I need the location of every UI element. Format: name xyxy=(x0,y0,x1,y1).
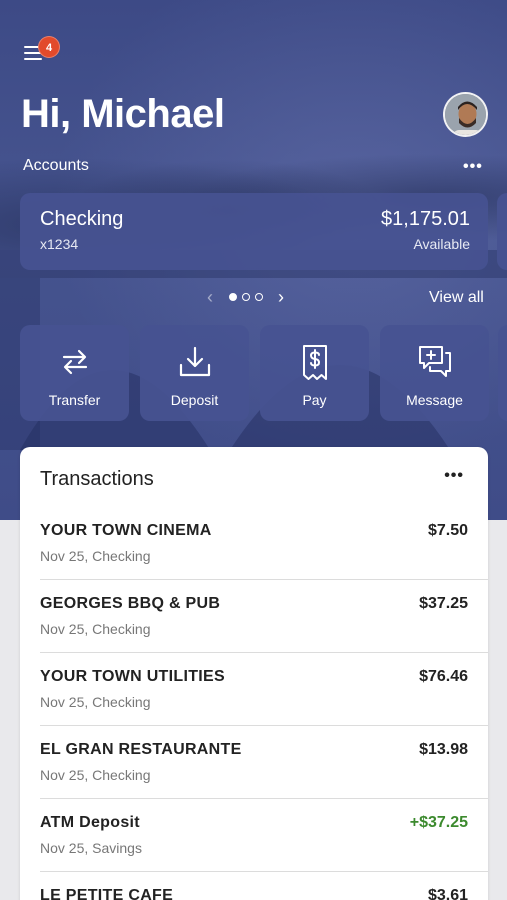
transaction-amount: +$37.25 xyxy=(409,814,468,831)
accounts-more-icon[interactable]: ••• xyxy=(463,158,483,176)
transaction-meta: Nov 25, Checking xyxy=(40,548,151,564)
transaction-amount: $7.50 xyxy=(427,522,468,539)
avatar[interactable] xyxy=(443,92,488,137)
transaction-name: ATM Deposit xyxy=(40,814,140,831)
transaction-amount: $37.25 xyxy=(419,595,468,612)
greeting-title: Hi, Michael xyxy=(21,92,225,136)
page-dots xyxy=(226,293,265,301)
transaction-meta: Nov 25, Checking xyxy=(40,767,151,783)
transaction-name: GEORGES BBQ & PUB xyxy=(40,595,221,612)
account-number: x1234 xyxy=(40,236,79,252)
transfer-button[interactable]: Transfer xyxy=(20,325,129,421)
deposit-label: Deposit xyxy=(170,392,219,408)
chat-plus-icon xyxy=(418,346,451,377)
transaction-name: YOUR TOWN UTILITIES xyxy=(40,668,225,685)
transfer-arrows-icon xyxy=(62,349,87,375)
message-button[interactable]: Message xyxy=(380,325,489,421)
transaction-row[interactable]: YOUR TOWN UTILITIES Nov 25, Checking $76.4… xyxy=(20,653,488,726)
transaction-row[interactable]: YOUR TOWN CINEMA Nov 25, Checking $7.50 xyxy=(20,507,488,580)
transaction-amount: $13.98 xyxy=(419,741,468,758)
chevron-left-icon[interactable]: ‹ xyxy=(200,287,220,308)
page-dot[interactable] xyxy=(228,293,237,301)
transactions-more-icon[interactable]: ••• xyxy=(444,467,464,485)
deposit-button[interactable]: Deposit xyxy=(140,325,249,421)
dollar-receipt-icon xyxy=(302,345,327,380)
download-tray-icon xyxy=(179,346,210,377)
message-label: Message xyxy=(406,392,463,408)
page-dot[interactable] xyxy=(241,293,250,301)
transactions-title: Transactions xyxy=(40,468,154,490)
account-balance-label: Available xyxy=(413,236,470,252)
transaction-name: YOUR TOWN CINEMA xyxy=(40,522,212,539)
transaction-meta: Nov 25, Checking xyxy=(40,694,151,710)
account-pager: ‹ › xyxy=(200,287,291,307)
transaction-row[interactable]: EL GRAN RESTAURANTE Nov 25, Checking $13.9… xyxy=(20,726,488,799)
transaction-row[interactable]: ATM Deposit Nov 25, Savings +$37.25 xyxy=(20,799,488,872)
transaction-name: LE PETITE CAFE xyxy=(40,887,174,900)
accounts-label: Accounts xyxy=(23,157,89,174)
page-dot[interactable] xyxy=(254,293,263,301)
notification-badge: 4 xyxy=(38,36,60,58)
transactions-card: Transactions ••• YOUR TOWN CINEMA Nov 25,… xyxy=(20,447,488,900)
transaction-row[interactable]: LE PETITE CAFENov 25, Checking$3.61 xyxy=(20,872,488,900)
pay-button[interactable]: Pay xyxy=(260,325,369,421)
chevron-right-icon[interactable]: › xyxy=(271,287,291,308)
view-all-link[interactable]: View all xyxy=(429,289,484,307)
pay-label: Pay xyxy=(302,392,327,408)
transaction-row[interactable]: GEORGES BBQ & PUB Nov 25, Checking $37.25 xyxy=(20,580,488,653)
account-card-checking[interactable]: Checking x1234 $1,175.01 Available xyxy=(20,193,488,270)
transaction-amount: $3.61 xyxy=(427,887,468,900)
next-account-card[interactable] xyxy=(497,193,507,270)
transaction-name: EL GRAN RESTAURANTE xyxy=(40,741,242,758)
more-actions-card[interactable] xyxy=(498,325,507,421)
transaction-meta: Nov 25, Checking xyxy=(40,621,151,637)
transfer-label: Transfer xyxy=(48,392,101,408)
account-balance: $1,175.01 xyxy=(381,208,470,230)
account-name: Checking xyxy=(40,208,124,230)
transaction-amount: $76.46 xyxy=(419,668,468,685)
transaction-meta: Nov 25, Savings xyxy=(40,840,142,856)
